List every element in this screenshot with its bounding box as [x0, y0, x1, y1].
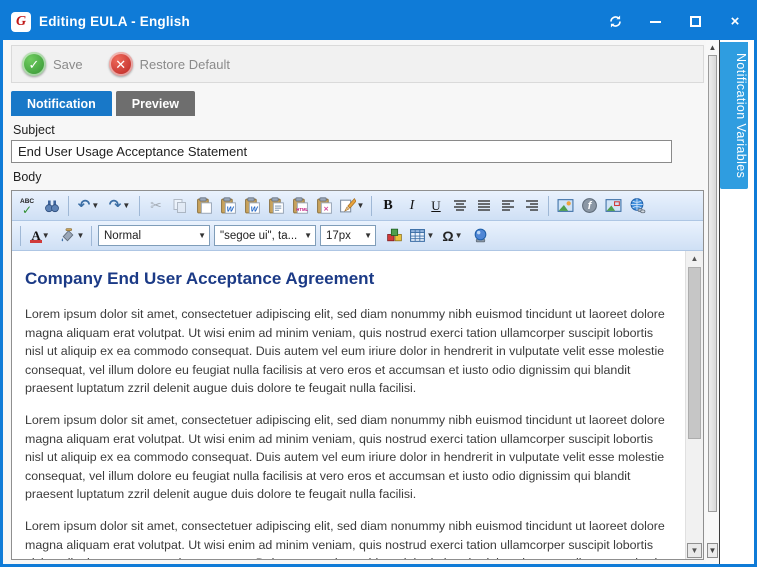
scroll-up-icon[interactable]: ▲	[687, 251, 702, 265]
chevron-down-icon: ▼	[364, 231, 372, 240]
maximize-icon[interactable]	[686, 13, 704, 31]
editor-paragraph: Lorem ipsum dolor sit amet, consectetuer…	[25, 305, 671, 398]
italic-icon[interactable]: I	[400, 195, 424, 217]
editor-content-area: Company End User Acceptance Agreement Lo…	[12, 251, 703, 559]
underline-icon[interactable]: U	[424, 195, 448, 217]
spellcheck-icon[interactable]: ABC✓	[16, 195, 40, 217]
toolbar-separator	[68, 196, 69, 216]
special-character-icon[interactable]: Ω▼	[437, 225, 468, 247]
align-right-icon[interactable]	[520, 195, 544, 217]
save-label: Save	[53, 57, 83, 72]
rich-text-editor: ABC✓↶▼↷▼✂WWHTML×▼BIUf A▼▼ Normal▼ "segoe…	[11, 190, 704, 560]
insert-table-icon[interactable]: ▼	[406, 225, 437, 247]
color-picker-icon[interactable]	[382, 225, 406, 247]
fill-color-icon[interactable]: ▼	[56, 225, 87, 247]
editor-scrollbar-thumb[interactable]	[688, 267, 701, 439]
chevron-down-icon: ▼	[122, 201, 130, 210]
minimize-icon[interactable]	[646, 13, 664, 31]
subject-input[interactable]	[11, 140, 672, 163]
close-icon[interactable]: ×	[726, 13, 744, 31]
tab-notification[interactable]: Notification	[11, 91, 112, 116]
editor-scrollbar[interactable]: ▲ ▼	[685, 251, 703, 559]
toolbar-separator	[139, 196, 140, 216]
chevron-down-icon: ▼	[198, 231, 206, 240]
restore-default-button[interactable]: ✕ Restore Default	[109, 52, 230, 76]
chevron-down-icon: ▼	[91, 201, 99, 210]
paragraph-style-select[interactable]: Normal▼	[98, 225, 210, 246]
dialog-window: G Editing EULA - English × ✓ Save	[0, 0, 757, 567]
scroll-down-icon[interactable]: ▼	[707, 543, 718, 558]
font-color-icon[interactable]: A▼	[25, 225, 56, 247]
paste-icon[interactable]	[192, 195, 216, 217]
copy-icon	[168, 195, 192, 217]
svg-text:W: W	[226, 204, 234, 213]
editor-toolbar-row1: ABC✓ ↶▼↷▼ ✂ W W HTML × ▼ BIUf	[12, 191, 703, 221]
bold-icon[interactable]: B	[376, 195, 400, 217]
align-left-icon[interactable]	[496, 195, 520, 217]
justify-icon[interactable]	[472, 195, 496, 217]
app-icon: G	[11, 12, 31, 32]
find-icon[interactable]	[40, 195, 64, 217]
panel-scrollbar-thumb[interactable]	[708, 55, 717, 512]
image-map-icon[interactable]	[601, 195, 625, 217]
notification-variables-tab[interactable]: Notification Variables	[720, 42, 748, 189]
paste-from-word-strip-font-icon[interactable]: W	[240, 195, 264, 217]
svg-text:×: ×	[323, 203, 328, 213]
chevron-down-icon: ▼	[357, 201, 365, 210]
chevron-down-icon: ▼	[304, 231, 312, 240]
chevron-down-icon: ▼	[77, 231, 85, 240]
redo-icon[interactable]: ↷▼	[104, 195, 135, 217]
restore-x-icon: ✕	[109, 52, 133, 76]
paste-plain-text-icon[interactable]	[264, 195, 288, 217]
flash-manager-icon[interactable]: f	[577, 195, 601, 217]
paste-from-word-icon[interactable]: W	[216, 195, 240, 217]
svg-text:HTML: HTML	[296, 207, 308, 212]
editor-paragraph: Lorem ipsum dolor sit amet, consectetuer…	[25, 411, 671, 504]
side-panel: Notification Variables	[720, 40, 754, 564]
editor-document[interactable]: Company End User Acceptance Agreement Lo…	[12, 251, 683, 559]
align-center-icon[interactable]	[448, 195, 472, 217]
chevron-down-icon: ▼	[427, 231, 435, 240]
insert-object-icon[interactable]	[468, 225, 492, 247]
scroll-down-icon[interactable]: ▼	[687, 543, 702, 558]
subject-label: Subject	[13, 123, 702, 137]
save-button[interactable]: ✓ Save	[22, 52, 83, 76]
body-label: Body	[13, 170, 702, 184]
font-name-select[interactable]: "segoe ui", ta...▼	[214, 225, 316, 246]
refresh-icon[interactable]	[606, 13, 624, 31]
editor-paragraph: Lorem ipsum dolor sit amet, consectetuer…	[25, 517, 671, 559]
hyperlink-icon[interactable]	[625, 195, 649, 217]
document-heading: Company End User Acceptance Agreement	[25, 269, 671, 289]
svg-text:W: W	[250, 204, 258, 213]
editor-toolbar-row2: A▼▼ Normal▼ "segoe ui", ta...▼ 17px▼ ▼Ω▼	[12, 221, 703, 251]
toolbar-separator	[20, 226, 21, 246]
paste-as-html-icon[interactable]: HTML	[288, 195, 312, 217]
restore-default-label: Restore Default	[140, 57, 230, 72]
chevron-down-icon: ▼	[42, 231, 50, 240]
font-size-select[interactable]: 17px▼	[320, 225, 376, 246]
window-title: Editing EULA - English	[39, 14, 190, 29]
action-toolbar: ✓ Save ✕ Restore Default	[11, 45, 704, 83]
scroll-up-icon[interactable]: ▲	[706, 43, 719, 52]
paste-special-icon[interactable]: ×	[312, 195, 336, 217]
toolbar-separator	[548, 196, 549, 216]
tab-strip: Notification Preview	[11, 91, 704, 116]
toolbar-separator	[91, 226, 92, 246]
panel-scrollbar[interactable]: ▲ ▼	[706, 40, 720, 564]
tab-preview[interactable]: Preview	[116, 91, 195, 116]
toolbar-separator	[371, 196, 372, 216]
chevron-down-icon: ▼	[455, 231, 463, 240]
undo-icon[interactable]: ↶▼	[73, 195, 104, 217]
cut-icon: ✂	[144, 195, 168, 217]
insert-image-icon[interactable]	[553, 195, 577, 217]
save-check-icon: ✓	[22, 52, 46, 76]
title-bar: G Editing EULA - English ×	[3, 3, 754, 40]
format-stripper-icon[interactable]: ▼	[336, 195, 367, 217]
